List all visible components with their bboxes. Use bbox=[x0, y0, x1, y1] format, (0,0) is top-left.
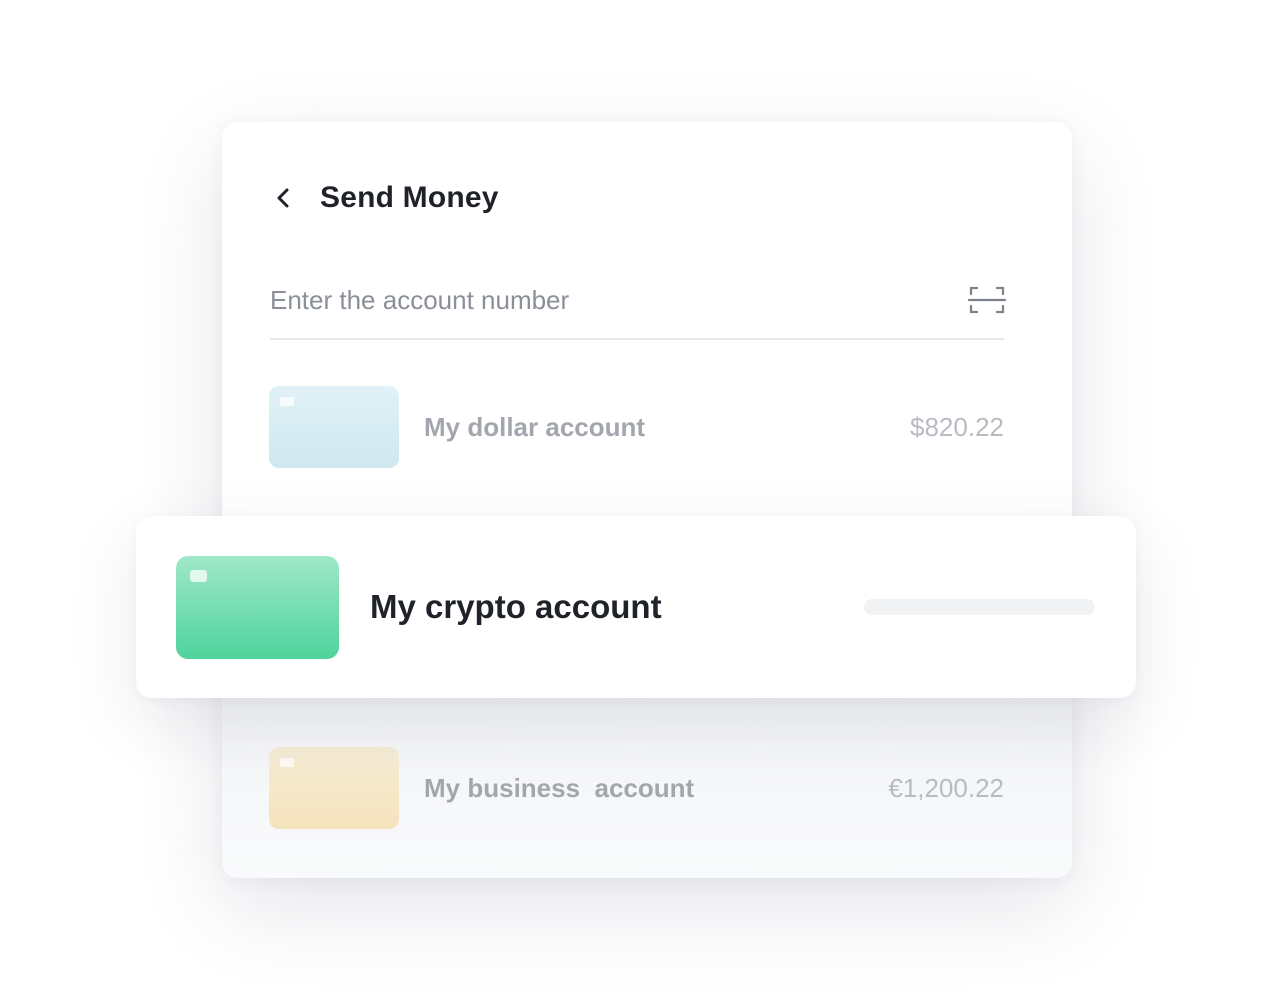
account-number-field bbox=[270, 262, 1006, 340]
back-button[interactable] bbox=[270, 178, 310, 218]
account-number-input[interactable] bbox=[270, 284, 966, 316]
card-chip bbox=[280, 397, 294, 406]
dollar-card-icon bbox=[269, 386, 399, 468]
business-card-icon bbox=[269, 747, 399, 829]
scan-qr-icon bbox=[968, 286, 1006, 314]
stage: Send Money My dollar ac bbox=[0, 0, 1272, 1000]
card-chip bbox=[190, 569, 207, 582]
account-name: My business account bbox=[424, 772, 695, 803]
balance-loading-placeholder bbox=[864, 599, 1095, 615]
account-name: My crypto account bbox=[370, 588, 662, 625]
account-balance: €1,200.22 bbox=[888, 772, 1004, 803]
account-balance: $820.22 bbox=[910, 411, 1004, 442]
header: Send Money bbox=[270, 174, 499, 222]
account-row-dollar[interactable]: My dollar account $820.22 bbox=[269, 386, 1004, 468]
account-name: My dollar account bbox=[424, 411, 646, 442]
account-row-business[interactable]: My business account €1,200.22 bbox=[269, 747, 1004, 829]
page-title: Send Money bbox=[320, 181, 499, 214]
crypto-card-icon bbox=[176, 555, 339, 659]
scan-button[interactable] bbox=[966, 279, 1008, 321]
send-money-panel: Send Money My dollar ac bbox=[222, 122, 1072, 878]
account-row-crypto-selected[interactable]: My crypto account bbox=[136, 516, 1136, 698]
card-chip bbox=[280, 758, 294, 767]
chevron-left-icon bbox=[277, 188, 289, 208]
